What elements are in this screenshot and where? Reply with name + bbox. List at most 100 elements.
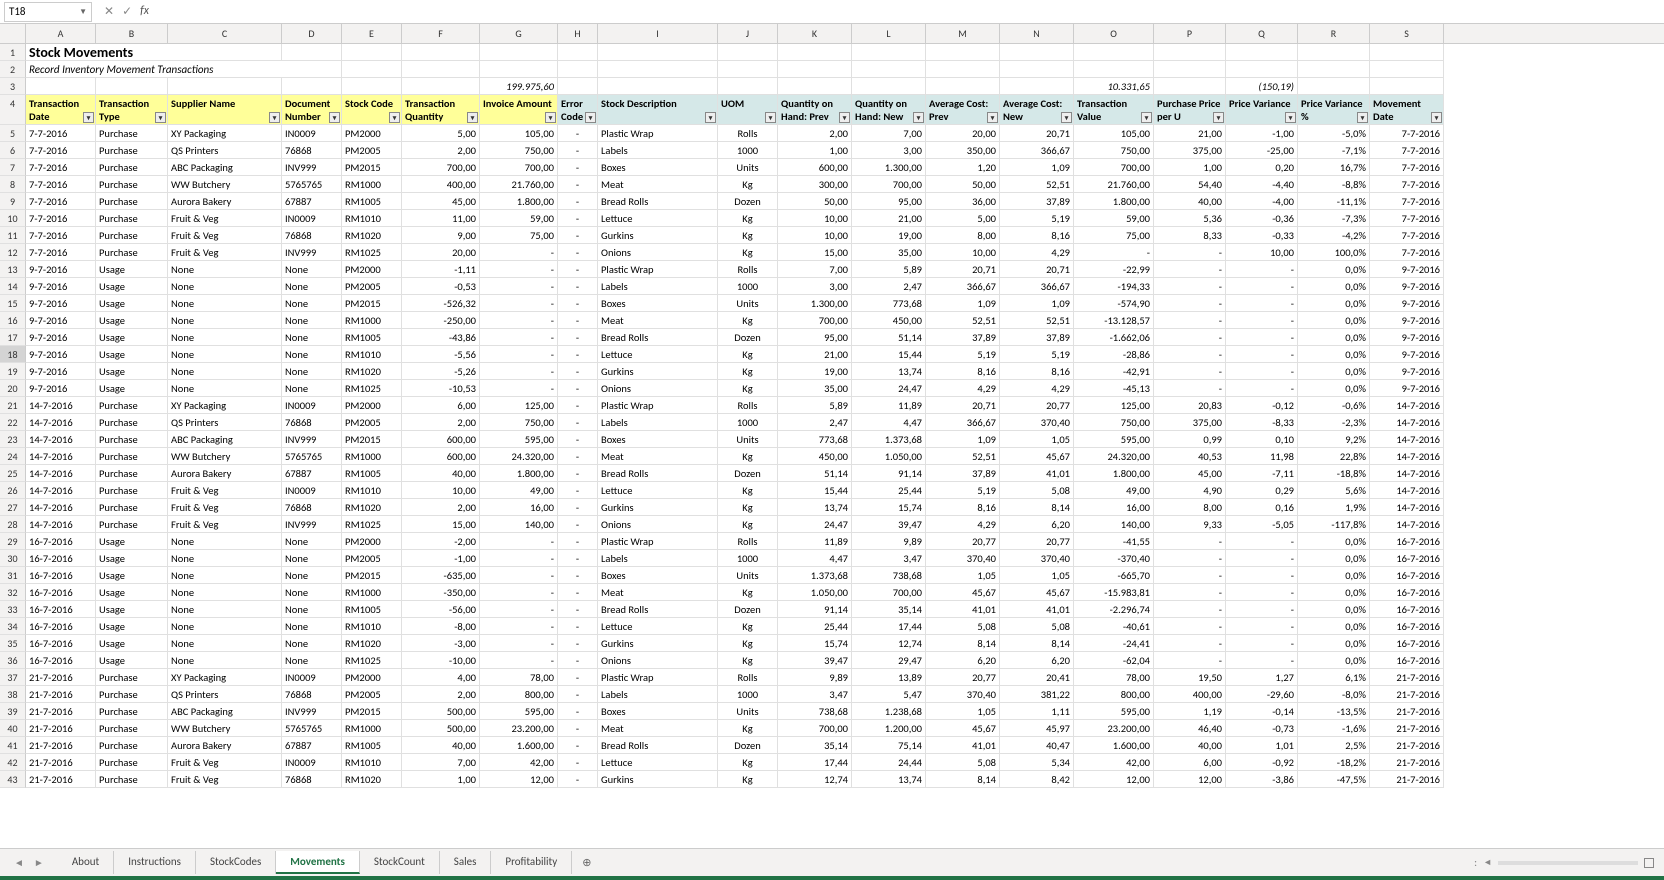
table-cell[interactable]: 19,00 [778,363,852,380]
table-cell[interactable]: 45,00 [402,193,480,210]
table-cell[interactable]: 700,00 [778,720,852,737]
table-cell[interactable]: 800,00 [1074,686,1154,703]
table-cell[interactable]: 1000 [718,550,778,567]
table-cell[interactable]: 1,05 [926,567,1000,584]
cell[interactable] [402,61,480,78]
table-header[interactable]: Transaction Quantity▾ [402,95,480,125]
table-cell[interactable]: 1.050,00 [852,448,926,465]
table-cell[interactable]: - [558,125,598,142]
table-cell[interactable]: - [558,448,598,465]
table-cell[interactable]: 738,68 [778,703,852,720]
table-cell[interactable]: 17,44 [852,618,926,635]
filter-dropdown-icon[interactable]: ▾ [1285,112,1296,123]
table-cell[interactable]: - [1226,618,1298,635]
table-cell[interactable]: 59,00 [480,210,558,227]
column-header[interactable]: J [718,24,778,43]
sheet-tab[interactable]: About [58,851,114,874]
row-header[interactable]: 11 [0,227,26,244]
filter-dropdown-icon[interactable]: ▾ [329,112,340,123]
table-cell[interactable]: Lettuce [598,482,718,499]
table-cell[interactable]: 24.320,00 [1074,448,1154,465]
table-cell[interactable]: -41,55 [1074,533,1154,550]
table-cell[interactable]: -10,00 [402,652,480,669]
table-header[interactable]: Price Variance▾ [1226,95,1298,125]
table-cell[interactable]: Lettuce [598,754,718,771]
table-cell[interactable]: 0,0% [1298,278,1370,295]
cell[interactable] [598,78,718,95]
table-cell[interactable]: Aurora Bakery [168,465,282,482]
table-cell[interactable]: Purchase [96,159,168,176]
table-cell[interactable]: RM1005 [342,329,402,346]
table-cell[interactable]: Usage [96,380,168,397]
table-cell[interactable]: 1,20 [926,159,1000,176]
table-cell[interactable]: -5,26 [402,363,480,380]
table-cell[interactable]: Meat [598,312,718,329]
cell[interactable] [342,61,402,78]
table-cell[interactable]: Fruit & Veg [168,754,282,771]
filter-dropdown-icon[interactable]: ▾ [467,112,478,123]
table-cell[interactable]: 45,00 [1154,465,1226,482]
table-cell[interactable]: 13,74 [778,499,852,516]
table-cell[interactable]: None [282,635,342,652]
table-cell[interactable]: 16-7-2016 [1370,533,1444,550]
table-cell[interactable]: Kg [718,448,778,465]
table-cell[interactable]: Gurkins [598,363,718,380]
table-cell[interactable]: -350,00 [402,584,480,601]
table-cell[interactable]: 25,44 [778,618,852,635]
table-cell[interactable]: 21-7-2016 [26,720,96,737]
table-cell[interactable]: -42,91 [1074,363,1154,380]
table-cell[interactable]: Onions [598,380,718,397]
table-cell[interactable]: 21.760,00 [1074,176,1154,193]
table-cell[interactable]: 450,00 [852,312,926,329]
table-cell[interactable]: QS Printers [168,414,282,431]
table-cell[interactable]: - [1226,584,1298,601]
table-cell[interactable]: - [480,652,558,669]
table-cell[interactable]: Usage [96,363,168,380]
table-cell[interactable]: 1000 [718,142,778,159]
table-cell[interactable]: 24,47 [852,380,926,397]
table-cell[interactable]: 366,67 [926,414,1000,431]
table-cell[interactable]: 0,29 [1226,482,1298,499]
table-cell[interactable]: 5,6% [1298,482,1370,499]
table-cell[interactable]: 7-7-2016 [26,227,96,244]
table-cell[interactable]: XY Packaging [168,669,282,686]
table-cell[interactable]: 700,00 [1074,159,1154,176]
table-cell[interactable]: 14-7-2016 [26,499,96,516]
table-cell[interactable]: 14-7-2016 [1370,465,1444,482]
table-cell[interactable]: 4,29 [1000,244,1074,261]
table-cell[interactable]: - [1226,278,1298,295]
table-header[interactable]: Document Number▾ [282,95,342,125]
table-cell[interactable]: IN0009 [282,754,342,771]
cell[interactable] [778,61,852,78]
table-cell[interactable]: PM2015 [342,567,402,584]
table-cell[interactable]: 15,44 [852,346,926,363]
table-cell[interactable]: -574,90 [1074,295,1154,312]
table-cell[interactable]: 9-7-2016 [1370,346,1444,363]
table-cell[interactable]: 10,00 [778,210,852,227]
table-cell[interactable]: Dozen [718,737,778,754]
table-cell[interactable]: RM1025 [342,652,402,669]
table-cell[interactable]: RM1010 [342,618,402,635]
table-cell[interactable]: -4,00 [1226,193,1298,210]
table-cell[interactable]: 7-7-2016 [1370,176,1444,193]
table-cell[interactable]: Kg [718,482,778,499]
table-cell[interactable]: -2,3% [1298,414,1370,431]
table-cell[interactable]: -56,00 [402,601,480,618]
table-cell[interactable]: 21-7-2016 [1370,703,1444,720]
table-cell[interactable]: 15,00 [778,244,852,261]
cell[interactable] [402,78,480,95]
table-cell[interactable]: Aurora Bakery [168,193,282,210]
table-cell[interactable]: 5,19 [926,482,1000,499]
table-cell[interactable]: - [558,312,598,329]
table-cell[interactable]: None [282,584,342,601]
row-header[interactable]: 28 [0,516,26,533]
table-cell[interactable]: 16-7-2016 [1370,652,1444,669]
table-cell[interactable]: 20,71 [1000,261,1074,278]
table-cell[interactable]: 16,00 [1074,499,1154,516]
table-cell[interactable]: 21-7-2016 [1370,669,1444,686]
table-cell[interactable]: - [1226,346,1298,363]
table-cell[interactable]: 366,67 [1000,142,1074,159]
table-cell[interactable]: 3,00 [852,142,926,159]
table-cell[interactable]: 20,71 [926,261,1000,278]
filter-dropdown-icon[interactable]: ▾ [1141,112,1152,123]
